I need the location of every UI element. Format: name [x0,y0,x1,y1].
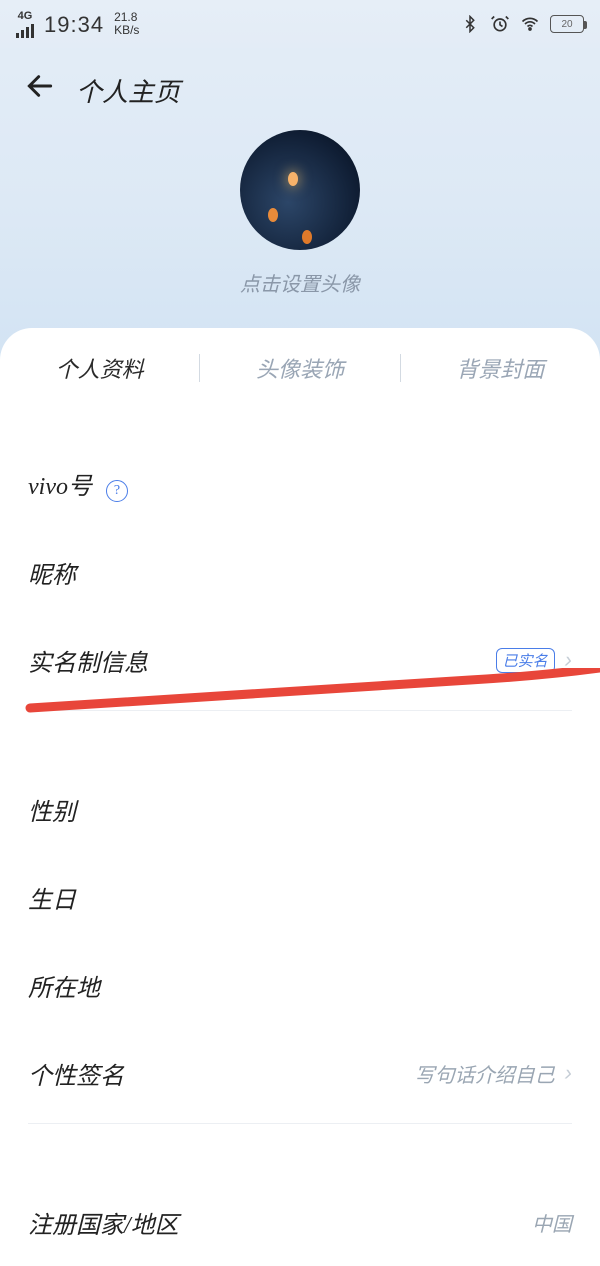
vivo-label: vivo号 [28,474,92,500]
signature-label: 个性签名 [28,1056,124,1091]
battery-indicator: 20 [550,15,584,33]
row-vivo-id[interactable]: vivo号 ? [0,440,600,528]
row-gender[interactable]: 性别 [0,765,600,853]
signature-placeholder: 写句话介绍自己 [415,1059,555,1088]
status-bar: 4G 19:34 21.8KB/s 20 [0,0,600,48]
tabs: 个人资料 头像装饰 背景封面 [0,328,600,408]
signal-indicator: 4G [16,11,34,38]
nickname-label: 昵称 [28,555,76,590]
row-signature[interactable]: 个性签名 写句话介绍自己 › [0,1029,600,1117]
page-title: 个人主页 [76,72,180,109]
bluetooth-icon [460,14,480,34]
row-location[interactable]: 所在地 [0,941,600,1029]
back-button[interactable] [24,70,56,111]
avatar-hint: 点击设置头像 [240,268,360,297]
avatar[interactable] [240,130,360,250]
wifi-icon [520,14,540,34]
profile-form: vivo号 ? 昵称 实名制信息 已实名 › 性别 生日 所在地 个性签名 写句… [0,408,600,1266]
tab-avatar-deco[interactable]: 头像装饰 [200,352,399,384]
chevron-right-icon: › [565,647,572,673]
net-speed: 21.8KB/s [114,11,139,37]
chevron-right-icon: › [565,1060,572,1086]
row-realname[interactable]: 实名制信息 已实名 › [0,616,600,704]
gender-label: 性别 [28,792,76,827]
help-icon[interactable]: ? [106,480,128,502]
tab-profile[interactable]: 个人资料 [0,352,199,384]
avatar-section[interactable]: 点击设置头像 [240,130,360,297]
region-value: 中国 [532,1208,572,1237]
birthday-label: 生日 [28,880,76,915]
realname-badge: 已实名 [496,648,555,673]
row-nickname[interactable]: 昵称 [0,528,600,616]
location-label: 所在地 [28,968,100,1003]
realname-label: 实名制信息 [28,643,148,678]
tab-cover[interactable]: 背景封面 [401,352,600,384]
clock: 19:34 [44,12,104,38]
alarm-icon [490,14,510,34]
region-label: 注册国家/地区 [28,1205,179,1240]
title-bar: 个人主页 [0,60,600,120]
row-birthday[interactable]: 生日 [0,853,600,941]
row-region[interactable]: 注册国家/地区 中国 [0,1178,600,1266]
